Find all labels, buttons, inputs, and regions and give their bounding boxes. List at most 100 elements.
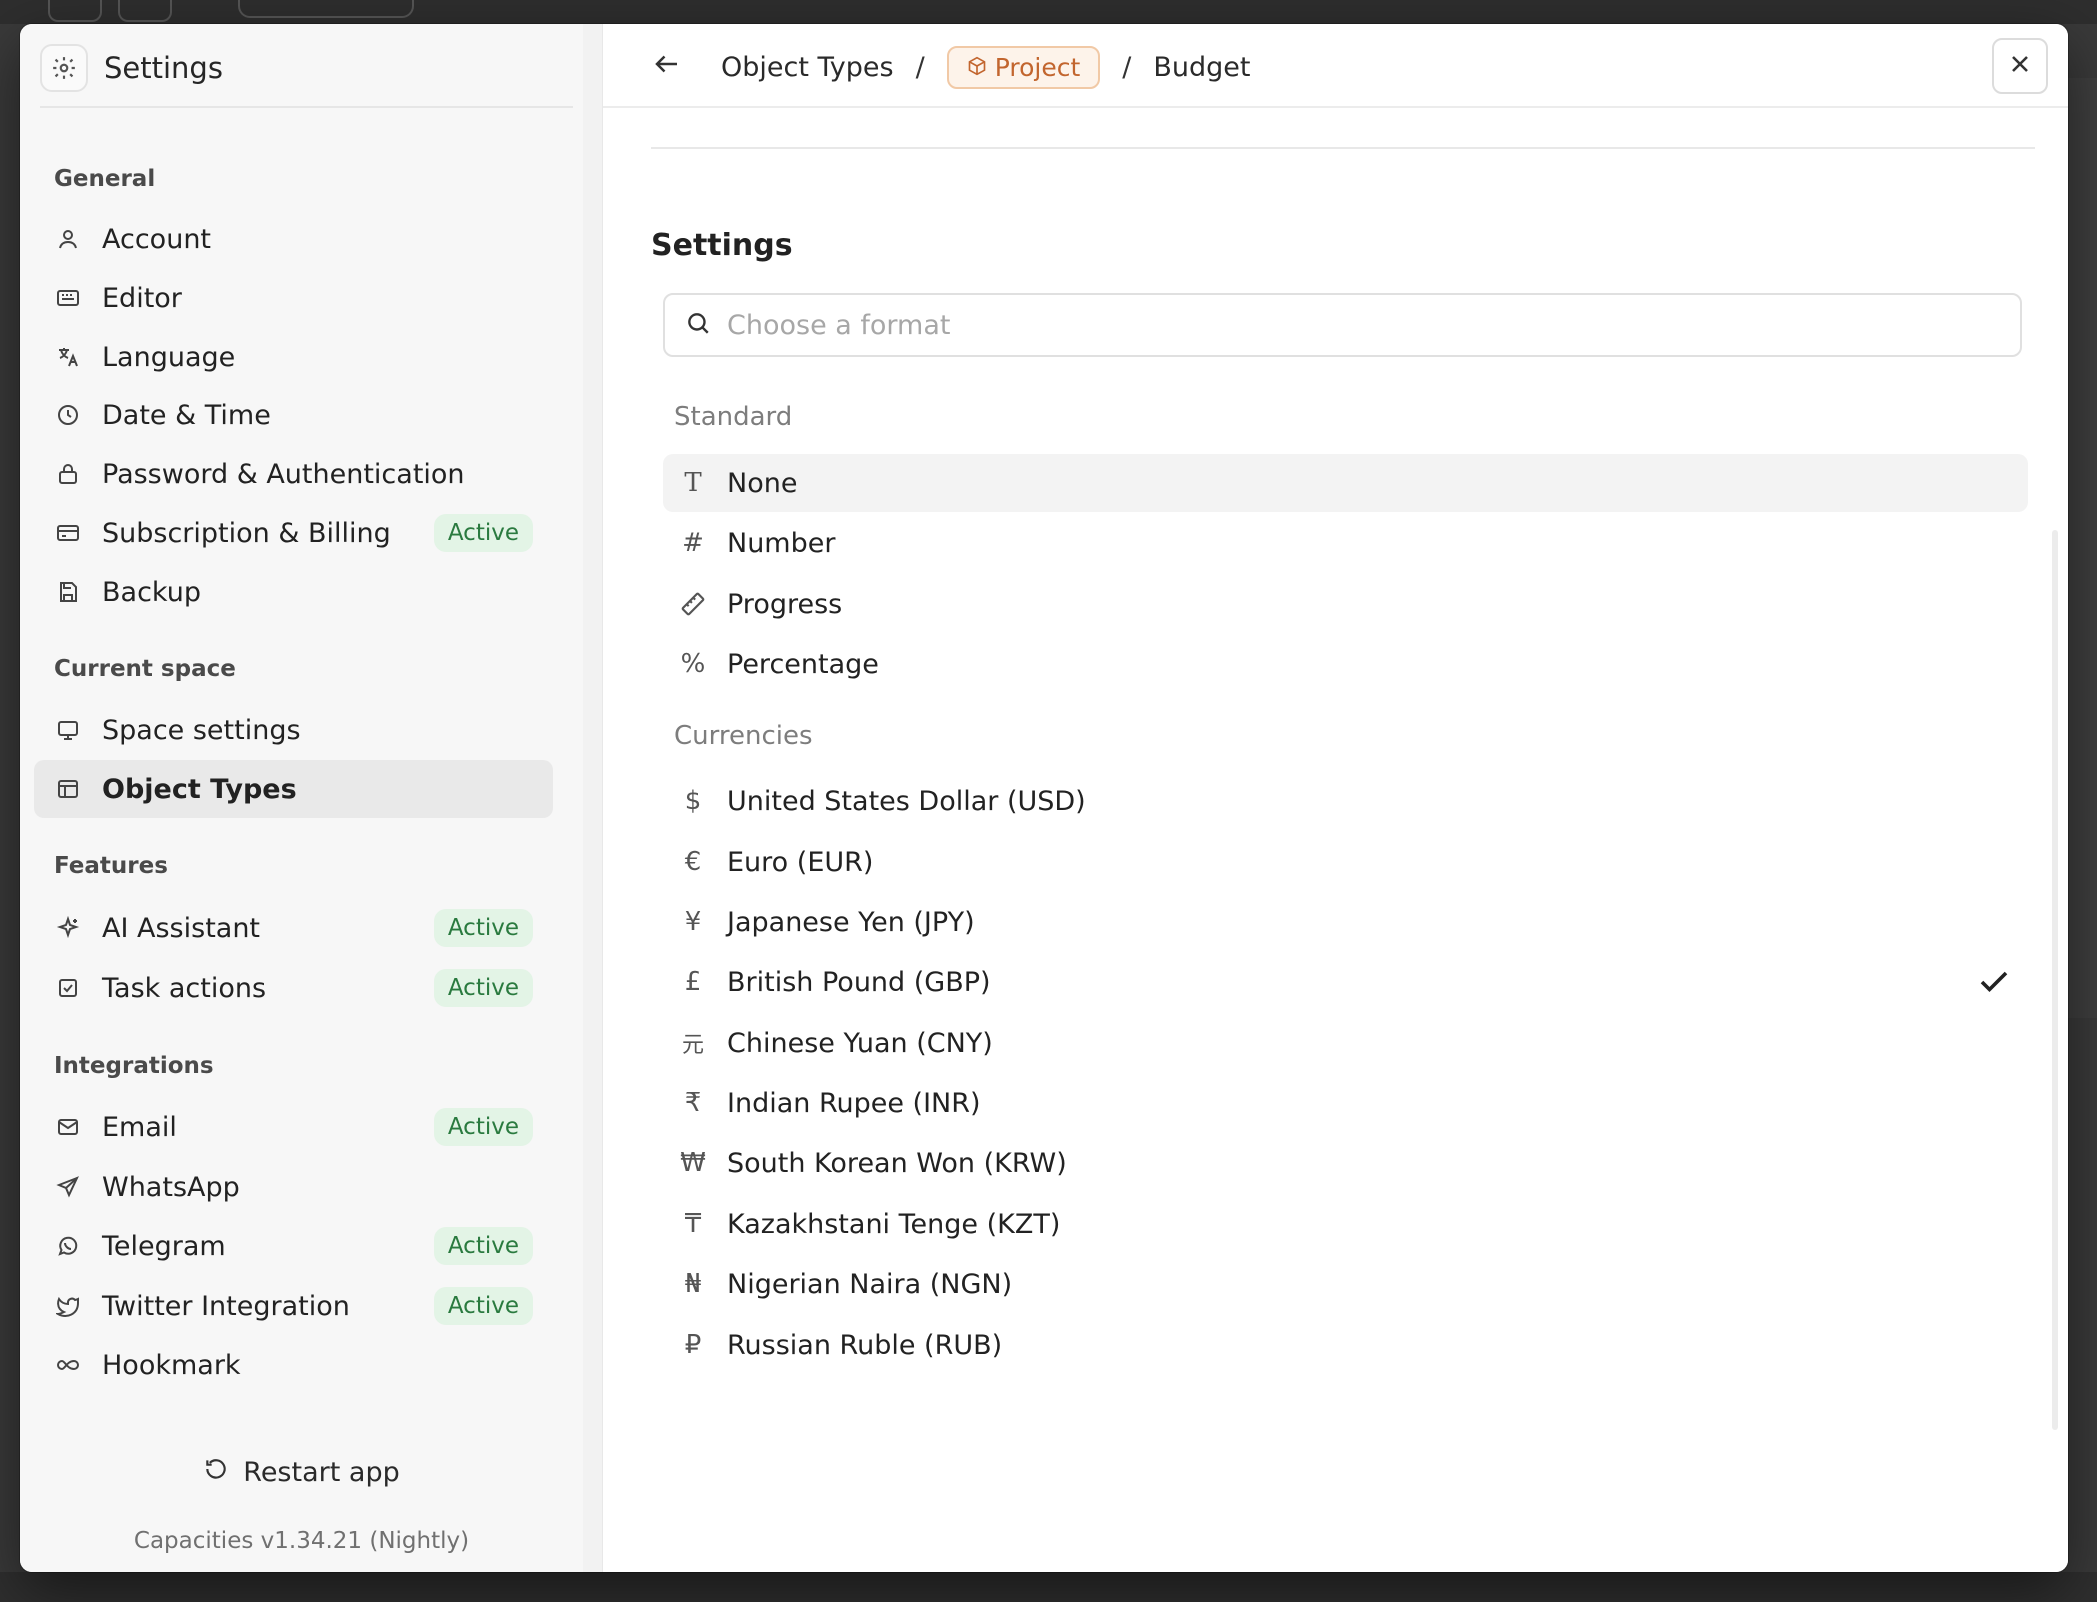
section-general: General xyxy=(54,166,156,192)
format-option-label: Euro (EUR) xyxy=(727,846,874,878)
search-icon xyxy=(685,310,711,340)
sidebar-item-password-authentication[interactable]: Password & Authentication xyxy=(34,445,553,503)
sidebar-item-language[interactable]: Language xyxy=(34,328,553,386)
sidebar-item-object-types[interactable]: Object Types xyxy=(34,760,553,818)
check-icon xyxy=(1976,964,2012,1000)
sidebar-item-label: Object Types xyxy=(102,773,297,805)
layout-icon xyxy=(54,775,82,803)
format-option-label: South Korean Won (KRW) xyxy=(727,1147,1067,1179)
format-option-jpy[interactable]: ¥ Japanese Yen (JPY) xyxy=(663,893,2028,951)
sidebar-item-hookmark[interactable]: Hookmark xyxy=(34,1336,553,1394)
background-sparkle-icon xyxy=(118,0,172,22)
format-option-progress[interactable]: Progress xyxy=(663,575,2028,633)
dollar-icon: $ xyxy=(684,786,702,816)
save-icon xyxy=(54,578,82,606)
arrow-left-icon xyxy=(652,49,682,83)
sidebar-item-date-time[interactable]: Date & Time xyxy=(34,386,553,444)
breadcrumb-project-pill[interactable]: Project xyxy=(946,45,1101,89)
format-option-inr[interactable]: ₹ Indian Rupee (INR) xyxy=(663,1074,2028,1132)
status-badge: Active xyxy=(433,909,533,947)
yuan-icon: 元 xyxy=(681,1033,704,1058)
format-option-label: Russian Ruble (RUB) xyxy=(727,1329,1003,1361)
back-button[interactable] xyxy=(647,46,687,86)
section-integrations: Integrations xyxy=(54,1053,214,1079)
settings-modal: Settings General Account Editor Language… xyxy=(20,24,2068,1572)
status-badge: Active xyxy=(433,1287,533,1325)
section-features: Features xyxy=(54,853,168,879)
ruler-icon xyxy=(677,588,709,620)
monitor-icon xyxy=(54,716,82,744)
sparkle-icon xyxy=(54,914,82,942)
format-option-label: None xyxy=(727,467,798,499)
sidebar-item-task-actions[interactable]: Task actions Active xyxy=(34,959,553,1017)
format-option-label: Percentage xyxy=(727,648,879,680)
currencies-group-label: Currencies xyxy=(674,721,813,751)
sidebar-item-label: Space settings xyxy=(102,714,301,746)
format-option-none[interactable]: T None xyxy=(663,454,2028,512)
close-button[interactable] xyxy=(1992,38,2048,94)
format-option-number[interactable]: # Number xyxy=(663,514,2028,572)
sidebar-item-account[interactable]: Account xyxy=(34,210,553,268)
sidebar-item-ai-assistant[interactable]: AI Assistant Active xyxy=(34,899,553,957)
format-option-usd[interactable]: $ United States Dollar (USD) xyxy=(663,772,2028,830)
ruble-icon: ₽ xyxy=(684,1330,702,1360)
hash-icon: # xyxy=(682,528,704,558)
settings-heading: Settings xyxy=(651,228,793,263)
translate-icon xyxy=(54,343,82,371)
yen-icon: ¥ xyxy=(684,907,702,937)
euro-icon: € xyxy=(684,847,702,877)
sidebar-item-telegram[interactable]: Telegram Active xyxy=(34,1217,553,1275)
sidebar-item-backup[interactable]: Backup xyxy=(34,563,553,621)
format-option-rub[interactable]: ₽ Russian Ruble (RUB) xyxy=(663,1316,2028,1374)
app-version: Capacities v1.34.21 (Nightly) xyxy=(133,1528,470,1554)
format-option-label: Kazakhstani Tenge (KZT) xyxy=(727,1208,1061,1240)
scrollbar[interactable] xyxy=(2052,530,2058,1430)
sidebar-item-label: Hookmark xyxy=(102,1349,241,1381)
format-search[interactable] xyxy=(663,293,2022,357)
breadcrumb-separator: / xyxy=(1122,51,1132,83)
refresh-icon xyxy=(203,1456,229,1489)
sidebar-item-subscription-billing[interactable]: Subscription & Billing Active xyxy=(34,504,553,562)
sidebar-item-space-settings[interactable]: Space settings xyxy=(34,701,553,759)
mail-icon xyxy=(54,1113,82,1141)
format-option-label: Progress xyxy=(727,588,843,620)
format-option-ngn[interactable]: ₦ Nigerian Naira (NGN) xyxy=(663,1255,2028,1313)
breadcrumb-object-types[interactable]: Object Types xyxy=(721,52,894,83)
sidebar-item-label: Account xyxy=(102,223,212,255)
clock-icon xyxy=(54,401,82,429)
sidebar-item-whatsapp[interactable]: WhatsApp xyxy=(34,1158,553,1216)
topbar: Object Types / Project / Budget xyxy=(603,24,2068,108)
format-option-krw[interactable]: ₩ South Korean Won (KRW) xyxy=(663,1134,2028,1192)
pound-icon: £ xyxy=(684,967,702,997)
section-current-space: Current space xyxy=(54,656,236,682)
sidebar-item-editor[interactable]: Editor xyxy=(34,269,553,327)
format-option-percentage[interactable]: % Percentage xyxy=(663,635,2028,693)
search-input[interactable] xyxy=(727,309,2020,341)
sidebar-item-label: AI Assistant xyxy=(102,912,261,944)
breadcrumb-separator: / xyxy=(915,51,925,83)
sidebar-item-label: Task actions xyxy=(102,972,267,1004)
breadcrumb-budget: Budget xyxy=(1153,51,1251,83)
won-icon: ₩ xyxy=(680,1148,706,1178)
format-option-label: Indian Rupee (INR) xyxy=(727,1087,981,1119)
restart-app-button[interactable]: Restart app xyxy=(20,1456,583,1489)
keyboard-icon xyxy=(54,284,82,312)
format-option-eur[interactable]: € Euro (EUR) xyxy=(663,833,2028,891)
sidebar-item-twitter-integration[interactable]: Twitter Integration Active xyxy=(34,1277,553,1335)
sidebar-item-label: Subscription & Billing xyxy=(102,517,391,549)
infinity-icon xyxy=(54,1351,82,1379)
close-icon xyxy=(2006,50,2034,82)
format-option-cny[interactable]: 元 Chinese Yuan (CNY) xyxy=(663,1014,2028,1072)
breadcrumb-pill-label: Project xyxy=(994,52,1081,82)
sidebar-item-label: Telegram xyxy=(102,1230,226,1262)
format-option-gbp[interactable]: £ British Pound (GBP) xyxy=(663,953,2028,1011)
status-badge: Active xyxy=(433,1108,533,1146)
sidebar-item-email[interactable]: Email Active xyxy=(34,1098,553,1156)
status-badge: Active xyxy=(433,969,533,1007)
sidebar-item-label: Editor xyxy=(102,282,182,314)
sidebar-divider xyxy=(583,24,603,1572)
gear-icon xyxy=(40,44,88,92)
format-option-kzt[interactable]: ₸ Kazakhstani Tenge (KZT) xyxy=(663,1195,2028,1253)
sidebar-item-label: Email xyxy=(102,1111,177,1143)
format-option-label: Japanese Yen (JPY) xyxy=(727,906,975,938)
